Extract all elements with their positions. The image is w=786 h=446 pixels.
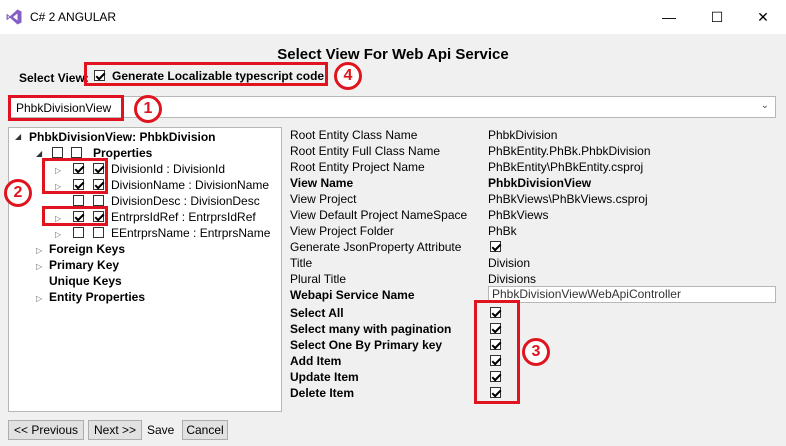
expand-arrow-icon[interactable]: ▷ (36, 246, 42, 255)
annotation-badge-2: 2 (4, 179, 32, 207)
generate-localizable-checkbox[interactable] (94, 70, 105, 81)
close-button[interactable]: ✕ (740, 0, 786, 34)
property-name: Title (290, 256, 313, 270)
method-label: Select many with pagination (290, 322, 452, 336)
method-label: Select All (290, 306, 344, 320)
expand-arrow-icon[interactable]: ▷ (36, 262, 42, 271)
tree-unique-keys[interactable]: Unique Keys (49, 274, 122, 288)
property-row: Root Entity Full Class Name PhBkEntity.P… (290, 144, 780, 160)
tree-entity-properties[interactable]: Entity Properties (49, 290, 145, 304)
property-name: View Project (290, 192, 357, 206)
property-row: Root Entity Class Name PhbkDivision (290, 128, 780, 144)
property-value: PhBkViews\PhBkViews.csproj (488, 192, 648, 206)
property-row: View Project PhBkViews\PhBkViews.csproj (290, 192, 780, 208)
chevron-down-icon[interactable]: ⌄ (761, 100, 769, 111)
minimize-button[interactable]: — (646, 0, 692, 34)
property-value: Divisions (488, 272, 537, 286)
property-row: View Default Project NameSpace PhBkViews (290, 208, 780, 224)
annotation-badge-1: 1 (134, 95, 162, 123)
item-checkbox-2[interactable] (93, 195, 104, 206)
expand-arrow-icon[interactable]: ▷ (55, 230, 61, 239)
property-value: PhBkViews (488, 208, 549, 222)
property-name: Root Entity Project Name (290, 160, 425, 174)
properties-checkbox-1[interactable] (52, 147, 63, 158)
property-name: Root Entity Class Name (290, 128, 418, 142)
method-row: Delete Item (290, 386, 780, 402)
tree-item[interactable]: EntrprsIdRef : EntrprsIdRef (111, 210, 256, 224)
json-property-checkbox[interactable] (490, 241, 501, 252)
maximize-button[interactable]: ☐ (694, 0, 740, 34)
property-name: View Project Folder (290, 224, 394, 238)
method-label: Select One By Primary key (290, 338, 443, 352)
property-row: Title Division (290, 256, 780, 272)
property-name: Root Entity Full Class Name (290, 144, 441, 158)
expand-arrow-icon[interactable]: ▷ (36, 294, 42, 303)
property-value: PhBk (488, 224, 517, 238)
properties-checkbox-2[interactable] (71, 147, 82, 158)
property-value: PhBkEntity.PhBk.PhbkDivision (488, 144, 651, 158)
property-row: Generate JsonProperty Attribute (290, 240, 780, 256)
collapse-arrow-icon[interactable]: ◢ (36, 149, 42, 158)
property-value: PhbkDivisionView (488, 176, 592, 190)
webapi-service-name-label: Webapi Service Name (290, 288, 415, 302)
collapse-arrow-icon[interactable]: ◢ (15, 132, 21, 141)
annotation-box-3 (474, 300, 520, 404)
generate-localizable-label: Generate Localizable typescript code (112, 69, 325, 83)
annotation-box-2a (42, 158, 108, 194)
tree-primary-key[interactable]: Primary Key (49, 258, 119, 272)
tree-item[interactable]: DivisionName : DivisionName (111, 178, 269, 192)
save-button[interactable]: Save (147, 423, 174, 437)
cancel-button[interactable]: Cancel (182, 420, 228, 440)
tree-root[interactable]: PhbkDivisionView: PhbkDivision (29, 130, 216, 144)
property-name: Plural Title (290, 272, 347, 286)
property-name: Generate JsonProperty Attribute (290, 240, 462, 254)
webapi-service-name-input[interactable]: PhbkDivisionViewWebApiController (488, 286, 776, 303)
item-checkbox-1[interactable] (73, 227, 84, 238)
item-checkbox-1[interactable] (73, 195, 84, 206)
annotation-box-2b (42, 206, 108, 226)
tree-item[interactable]: DivisionDesc : DivisionDesc (111, 194, 260, 208)
next-button[interactable]: Next >> (88, 420, 142, 440)
method-row: Update Item (290, 370, 780, 386)
property-name: View Default Project NameSpace (290, 208, 468, 222)
page-title: Select View For Web Api Service (277, 46, 509, 63)
property-row: View Project Folder PhBk (290, 224, 780, 240)
tree-item[interactable]: DivisionId : DivisionId (111, 162, 225, 176)
property-value: Division (488, 256, 531, 270)
method-row: Select many with pagination (290, 322, 780, 338)
method-row: Select All (290, 306, 780, 322)
method-label: Update Item (290, 370, 359, 384)
annotation-badge-3: 3 (522, 338, 550, 366)
window-title: C# 2 ANGULAR (30, 10, 117, 24)
tree-item[interactable]: EEntrprsName : EntrprsName (111, 226, 270, 240)
select-view-label: Select View: (19, 71, 89, 85)
previous-button[interactable]: << Previous (8, 420, 84, 440)
annotation-badge-4: 4 (334, 62, 362, 90)
property-value: PhbkDivision (488, 128, 558, 142)
property-value: PhBkEntity\PhBkEntity.csproj (488, 160, 644, 174)
visual-studio-icon (6, 9, 22, 25)
tree-foreign-keys[interactable]: Foreign Keys (49, 242, 125, 256)
property-name: View Name (290, 176, 354, 190)
item-checkbox-2[interactable] (93, 227, 104, 238)
property-row: Root Entity Project Name PhBkEntity\PhBk… (290, 160, 780, 176)
view-select-value: PhbkDivisionView (16, 101, 112, 115)
method-label: Add Item (290, 354, 342, 368)
title-bar: C# 2 ANGULAR — ☐ ✕ (0, 0, 786, 34)
property-row: View Name PhbkDivisionView (290, 176, 780, 192)
method-label: Delete Item (290, 386, 355, 400)
